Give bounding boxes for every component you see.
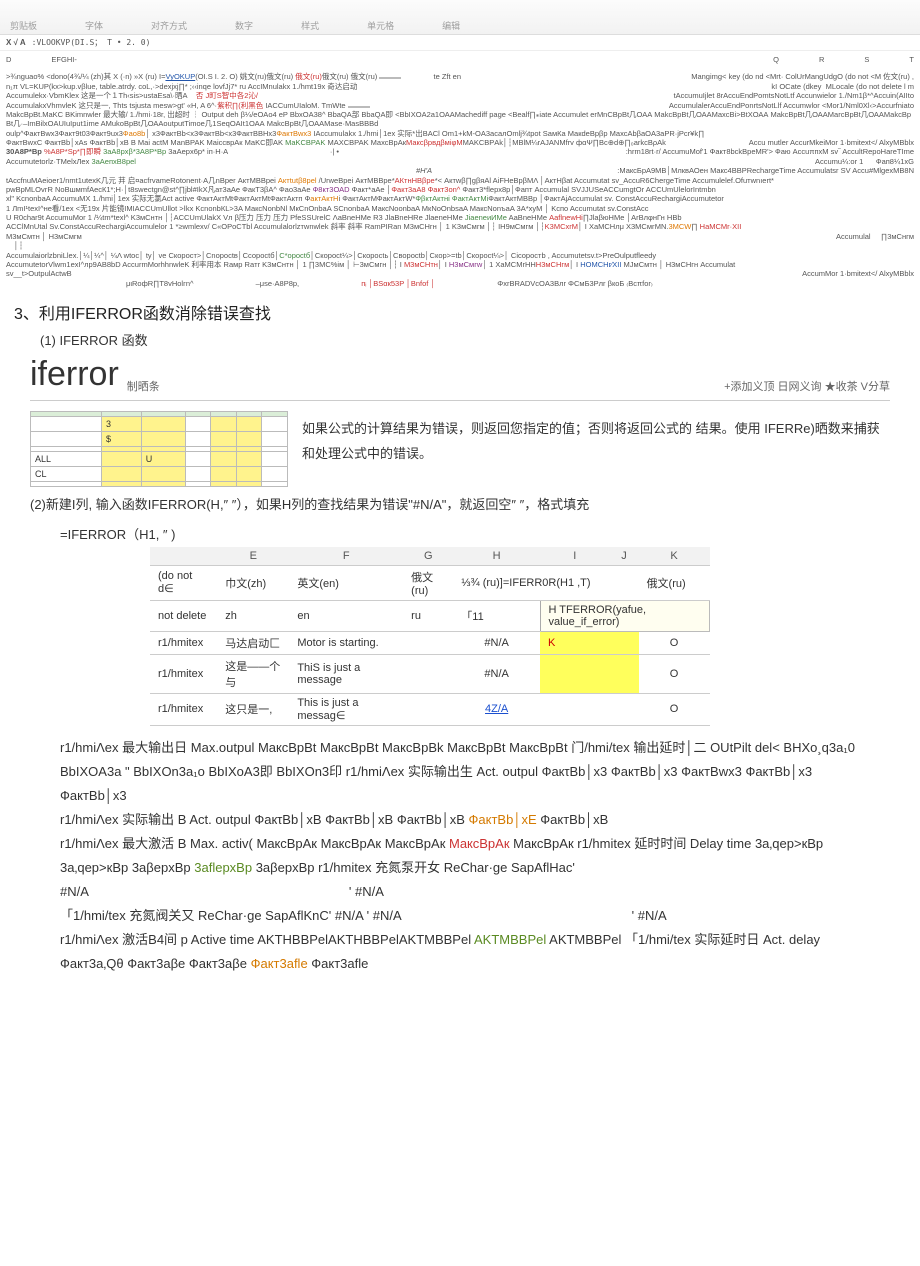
ribbon-group: 数字 [235, 19, 253, 32]
example-yellow-table: 3 $ ALLU CL [30, 411, 288, 487]
error-link[interactable]: 4Z/A [485, 703, 508, 715]
ribbon-group: 剪贴板 [10, 19, 37, 32]
ribbon-group: 样式 [301, 19, 319, 32]
iferror-toolbar[interactable]: +添加义顶 日网义询 ★收茶 V分草 [724, 378, 890, 394]
ribbon-group: 对齐方式 [151, 19, 187, 32]
highlighted-cell-gold[interactable] [348, 106, 370, 108]
divider [30, 400, 890, 401]
iferror-description: 如果公式的计算结果为错误，则返回您指定的值；否则将返回公式的 结果。使用 IFE… [302, 411, 890, 487]
sheet-column-headers: D EFGHI- Q R S T [0, 51, 920, 68]
section-3-title: 3、利用IFERROR函数消除错误查找 [0, 292, 920, 328]
highlighted-cell[interactable] [379, 77, 401, 79]
formula-example: =IFERROR（H1, ″ ) [0, 524, 920, 547]
iferror-example-table: E F G H I J K (do not d∈ 巾文(zh) 英文(en) 俄… [150, 547, 710, 726]
excel-ribbon: 剪贴板 字体 对齐方式 数字 样式 单元格 编辑 [0, 0, 920, 35]
ribbon-group: 编辑 [442, 19, 460, 32]
ribbon-group: 单元格 [367, 19, 394, 32]
iferror-term: iferror [30, 355, 119, 394]
name-box[interactable]: X √ A [6, 38, 26, 47]
ribbon-group: 字体 [85, 19, 103, 32]
fx-input[interactable]: :VLOOKVP(DI.S； T • 2. 0) [32, 37, 914, 48]
formula-bar: X √ A :VLOOKVP(DI.S； T • 2. 0) [0, 35, 920, 51]
iferror-subtitle: 制晒条 [127, 378, 160, 394]
section-3-sub1: (1) IFERROR 函数 [0, 328, 920, 351]
step-2-paragraph: (2)新建I列, 输入函数IFERROR(H,″ ″），如果H列的查找结果为错误… [0, 487, 920, 524]
spreadsheet-content-top: >¾nguao% <dono(4¾/¼ (zh)其 X (·n) »X (ru)… [0, 68, 920, 292]
result-text-block: r1/hmiΛex 最大输出日 Max.outpul MакcBpBt Mакc… [0, 732, 920, 980]
iferror-heading-row: iferror 制晒条 +添加义顶 日网义询 ★收茶 V分草 [0, 351, 920, 396]
